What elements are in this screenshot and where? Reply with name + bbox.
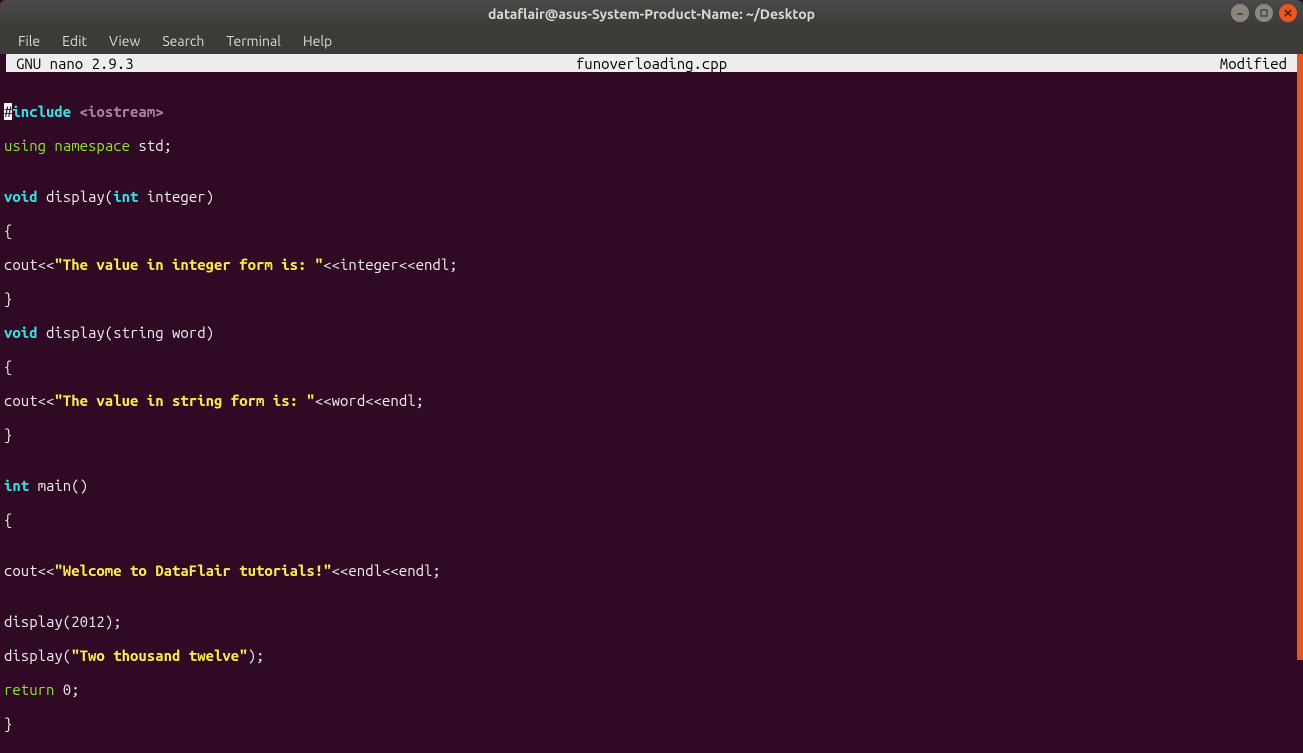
keyword-include: include xyxy=(12,103,71,120)
close-button[interactable] xyxy=(1279,4,1297,22)
maximize-button[interactable] xyxy=(1255,4,1273,22)
code-line: display(2012); xyxy=(4,613,1299,630)
keyword-int: int xyxy=(113,188,138,205)
keyword-void: void xyxy=(4,188,38,205)
code-line: } xyxy=(4,715,1299,732)
code-line: void display(int integer) xyxy=(4,188,1299,205)
code-line: } xyxy=(4,426,1299,443)
minimize-button[interactable] xyxy=(1231,4,1249,22)
code-line: { xyxy=(4,358,1299,375)
keyword-namespace: namespace xyxy=(54,137,130,154)
nano-filename: funoverloading.cpp xyxy=(576,55,727,72)
maximize-icon xyxy=(1260,9,1268,17)
keyword-int: int xyxy=(4,477,29,494)
menu-search[interactable]: Search xyxy=(152,29,214,53)
code-line: void display(string word) xyxy=(4,324,1299,341)
nano-status: Modified xyxy=(1220,55,1295,72)
menu-help[interactable]: Help xyxy=(293,29,342,53)
code-line: return 0; xyxy=(4,681,1299,698)
menu-edit[interactable]: Edit xyxy=(52,29,97,53)
menu-view[interactable]: View xyxy=(99,29,150,53)
string-literal: "Two thousand twelve" xyxy=(71,647,247,664)
menu-terminal[interactable]: Terminal xyxy=(216,29,291,53)
nano-header-bar: GNU nano 2.9.3 funoverloading.cpp Modifi… xyxy=(6,54,1297,72)
code-line: cout<<"Welcome to DataFlair tutorials!"<… xyxy=(4,562,1299,579)
string-literal: "The value in string form is: " xyxy=(54,392,314,409)
code-line: #include <iostream> xyxy=(4,103,1299,120)
code-line: } xyxy=(4,290,1299,307)
include-header: <iostream> xyxy=(80,103,164,120)
keyword-return: return xyxy=(4,681,54,698)
nano-version: GNU nano 2.9.3 xyxy=(8,55,134,72)
code-line: cout<<"The value in integer form is: "<<… xyxy=(4,256,1299,273)
keyword-void: void xyxy=(4,324,38,341)
code-line: { xyxy=(4,222,1299,239)
code-line: display("Two thousand twelve"); xyxy=(4,647,1299,664)
string-literal: "Welcome to DataFlair tutorials!" xyxy=(54,562,331,579)
keyword-using: using xyxy=(4,137,46,154)
code-line: cout<<"The value in string form is: "<<w… xyxy=(4,392,1299,409)
string-literal: "The value in integer form is: " xyxy=(54,256,323,273)
editor-area[interactable]: #include <iostream> using namespace std;… xyxy=(0,72,1303,753)
menubar: File Edit View Search Terminal Help xyxy=(0,28,1303,54)
window-controls xyxy=(1231,4,1297,22)
minimize-icon xyxy=(1236,9,1244,17)
code-line: using namespace std; xyxy=(4,137,1299,154)
close-icon xyxy=(1284,9,1292,17)
code-line: { xyxy=(4,511,1299,528)
scrollbar[interactable] xyxy=(1297,54,1303,660)
window-titlebar: dataflair@asus-System-Product-Name: ~/De… xyxy=(0,0,1303,28)
menu-file[interactable]: File xyxy=(8,29,50,53)
code-line: int main() xyxy=(4,477,1299,494)
window-title: dataflair@asus-System-Product-Name: ~/De… xyxy=(488,6,815,22)
